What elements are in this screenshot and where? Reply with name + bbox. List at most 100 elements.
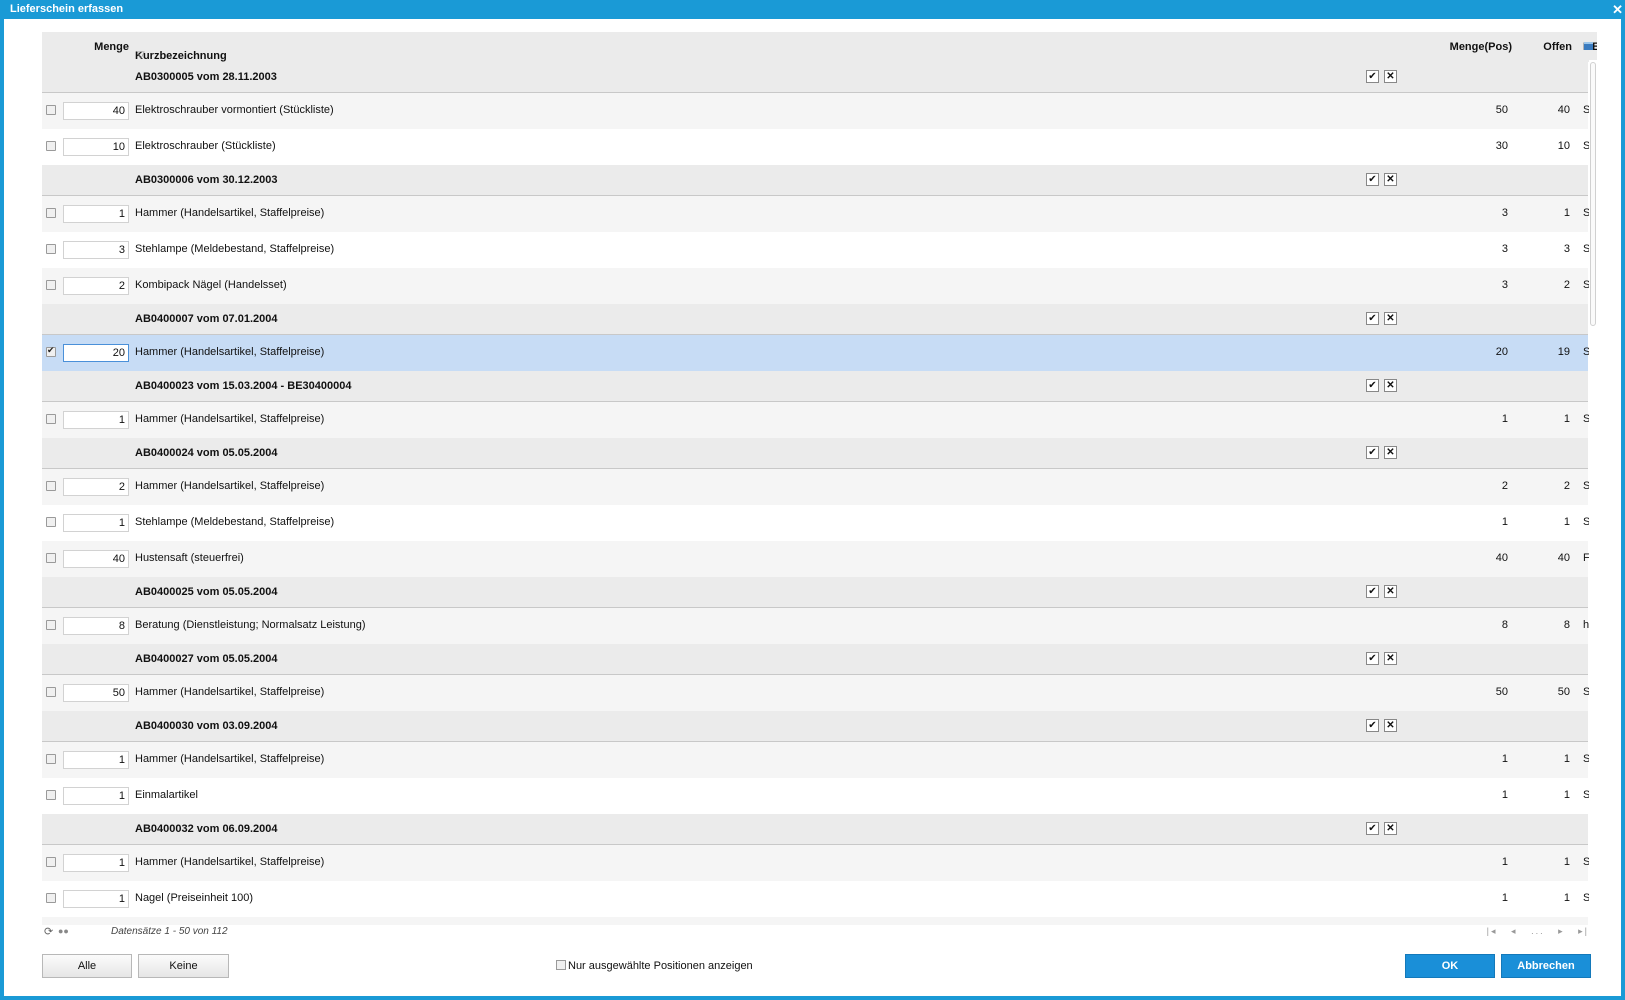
refresh-icon[interactable]: ⟳ <box>44 925 53 938</box>
table-row[interactable]: 50 Hammer (Handelsartikel, Staffelpreise)… <box>42 675 1597 711</box>
quantity-input[interactable]: 1 <box>63 854 129 872</box>
col-header-menge[interactable]: Menge <box>94 41 129 53</box>
filter-icon[interactable]: ▽ <box>137 50 145 61</box>
uncheck-group-icon[interactable]: ✕ <box>1384 719 1397 732</box>
next-page-icon[interactable]: ▸ <box>1558 926 1565 936</box>
check-group-icon[interactable]: ✔ <box>1366 652 1379 665</box>
uncheck-group-icon[interactable]: ✕ <box>1384 652 1397 665</box>
uncheck-group-icon[interactable]: ✕ <box>1384 446 1397 459</box>
table-row[interactable]: 1 Hammer (Handelsartikel, Staffelpreise) 1… <box>42 845 1597 881</box>
row-checkbox[interactable] <box>46 244 56 254</box>
quantity-input[interactable]: 50 <box>63 684 129 702</box>
item-menge-pos: 3 <box>1501 207 1508 219</box>
table-row[interactable]: 1 Hammer (Handelsartikel, Staffelpreise) 1… <box>42 742 1597 778</box>
item-offen: 19 <box>1557 346 1570 358</box>
check-group-icon[interactable]: ✔ <box>1366 70 1379 83</box>
row-checkbox[interactable] <box>46 620 56 630</box>
uncheck-group-icon[interactable]: ✕ <box>1384 585 1397 598</box>
quantity-input[interactable]: 3 <box>63 241 129 259</box>
last-page-icon[interactable]: ▸| <box>1578 926 1589 936</box>
close-icon[interactable]: ✕ <box>1612 0 1623 19</box>
table-row[interactable]: 3 Stehlampe (Meldebestand, Staffelpreise)… <box>42 232 1597 268</box>
row-checkbox[interactable] <box>46 481 56 491</box>
quantity-input[interactable]: 20 <box>63 344 129 362</box>
table-row[interactable]: 1Einmalartikel11Stk <box>42 778 1597 814</box>
check-group-icon[interactable]: ✔ <box>1366 379 1379 392</box>
group-row: AB0400025 vom 05.05.2004 ✔ ✕ <box>42 577 1588 608</box>
select-none-button[interactable]: Keine <box>138 954 229 978</box>
uncheck-group-icon[interactable]: ✕ <box>1384 379 1397 392</box>
table-row[interactable]: 1 Hammer (Handelsartikel, Staffelpreise) 1… <box>42 402 1597 438</box>
check-group-icon[interactable]: ✔ <box>1366 585 1379 598</box>
grid-header: Menge Kurzbezeichnung ▽ Menge(Pos) Offen … <box>42 32 1597 62</box>
item-description: Stehlampe (Meldebestand, Staffelpreise) <box>135 243 335 255</box>
item-offen: 3 <box>1563 243 1570 255</box>
table-row[interactable]: 40 Hustensaft (steuerfrei) 40 40 Fl <box>42 541 1592 577</box>
uncheck-group-icon[interactable]: ✕ <box>1384 822 1397 835</box>
check-group-icon[interactable]: ✔ <box>1366 446 1379 459</box>
select-all-button[interactable]: Alle <box>42 954 132 978</box>
quantity-input[interactable]: 1 <box>63 411 129 429</box>
only-selected-checkbox[interactable] <box>556 960 566 970</box>
row-checkbox[interactable] <box>46 754 56 764</box>
row-checkbox[interactable] <box>46 687 56 697</box>
vertical-scrollbar[interactable] <box>1589 60 1597 925</box>
item-offen: 1 <box>1563 207 1570 219</box>
only-selected-toggle[interactable]: Nur ausgewählte Positionen anzeigen <box>556 960 753 972</box>
table-row[interactable]: 8 Beratung (Dienstleistung; Normalsatz Le… <box>42 608 1589 644</box>
group-row: AB0400032 vom 06.09.2004 ✔ ✕ <box>42 814 1588 845</box>
item-description: Hammer (Handelsartikel, Staffelpreise) <box>135 207 325 219</box>
quantity-input[interactable]: 1 <box>63 205 129 223</box>
quantity-input[interactable]: 40 <box>63 550 129 568</box>
row-checkbox[interactable] <box>46 517 56 527</box>
check-group-icon[interactable]: ✔ <box>1366 173 1379 186</box>
check-group-icon[interactable]: ✔ <box>1366 719 1379 732</box>
uncheck-group-icon[interactable]: ✕ <box>1384 173 1397 186</box>
table-row[interactable]: 1Einmalartikel11Stk <box>42 917 1588 925</box>
table-row[interactable]: 40 Elektroschrauber vormontiert (Stücklis… <box>42 93 1597 129</box>
uncheck-group-icon[interactable]: ✕ <box>1384 312 1397 325</box>
col-header-offen[interactable]: Offen <box>1512 41 1572 53</box>
row-checkbox[interactable] <box>46 790 56 800</box>
row-checkbox[interactable] <box>46 280 56 290</box>
item-menge-pos: 1 <box>1501 892 1508 904</box>
table-row[interactable]: 20 Hammer (Handelsartikel, Staffelpreise)… <box>42 335 1597 371</box>
table-row[interactable]: 1 Hammer (Handelsartikel, Staffelpreise) 3… <box>42 196 1597 232</box>
col-header-menge-pos[interactable]: Menge(Pos) <box>1402 41 1512 53</box>
row-checkbox[interactable] <box>46 105 56 115</box>
row-checkbox[interactable] <box>46 208 56 218</box>
page-ellipsis[interactable]: ... <box>1531 926 1545 936</box>
prev-page-icon[interactable]: ◂ <box>1511 926 1518 936</box>
quantity-input[interactable]: 8 <box>63 617 129 635</box>
row-checkbox[interactable] <box>46 141 56 151</box>
positions-grid: Menge Kurzbezeichnung ▽ Menge(Pos) Offen … <box>42 32 1597 925</box>
quantity-input[interactable]: 1 <box>63 751 129 769</box>
item-menge-pos: 3 <box>1501 279 1508 291</box>
check-group-icon[interactable]: ✔ <box>1366 822 1379 835</box>
quantity-input[interactable]: 40 <box>63 102 129 120</box>
quantity-input[interactable]: 2 <box>63 277 129 295</box>
table-row[interactable]: 2 Hammer (Handelsartikel, Staffelpreise) 2… <box>42 469 1597 505</box>
item-offen: 1 <box>1563 856 1570 868</box>
row-checkbox[interactable] <box>46 893 56 903</box>
cancel-button[interactable]: Abbrechen <box>1501 954 1591 978</box>
table-row[interactable]: 2Kombipack Nägel (Handelsset)32Stk <box>42 268 1597 304</box>
scrollbar-thumb[interactable] <box>1590 62 1596 326</box>
row-checkbox[interactable] <box>46 345 56 357</box>
table-row[interactable]: 1Nagel (Preiseinheit 100)11Stk <box>42 881 1597 917</box>
row-checkbox[interactable] <box>46 414 56 424</box>
table-row[interactable]: 1 Stehlampe (Meldebestand, Staffelpreise)… <box>42 505 1597 541</box>
quantity-input[interactable]: 2 <box>63 478 129 496</box>
quantity-input[interactable]: 10 <box>63 138 129 156</box>
check-group-icon[interactable]: ✔ <box>1366 312 1379 325</box>
uncheck-group-icon[interactable]: ✕ <box>1384 70 1397 83</box>
quantity-input[interactable]: 1 <box>63 890 129 908</box>
row-checkbox[interactable] <box>46 553 56 563</box>
quantity-input[interactable]: 1 <box>63 514 129 532</box>
table-row[interactable]: 10Elektroschrauber (Stückliste)3010Stk <box>42 129 1597 165</box>
first-page-icon[interactable]: |◂ <box>1487 926 1498 936</box>
row-checkbox[interactable] <box>46 857 56 867</box>
column-chooser-icon[interactable] <box>1584 42 1593 50</box>
quantity-input[interactable]: 1 <box>63 787 129 805</box>
ok-button[interactable]: OK <box>1405 954 1495 978</box>
